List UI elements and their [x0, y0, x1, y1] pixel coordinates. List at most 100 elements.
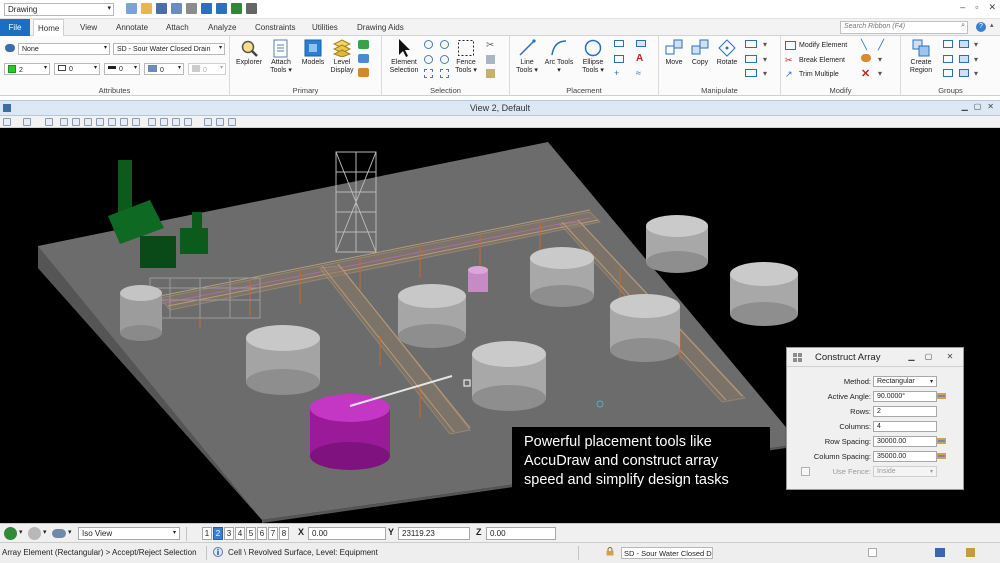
search-ribbon-input[interactable]: Search Ribbon (F4) ⌕ [840, 21, 968, 34]
select-box-icon[interactable] [424, 69, 433, 78]
element-selection-button[interactable]: Element Selection [386, 38, 422, 75]
message-center-icon[interactable] [935, 548, 945, 557]
rotate-button[interactable]: Rotate [713, 38, 741, 67]
walk-icon[interactable] [160, 118, 168, 126]
pin-icon[interactable] [231, 3, 242, 14]
clear-clip-icon[interactable] [216, 118, 224, 126]
rotate-view-icon[interactable] [108, 118, 116, 126]
line-tools-button[interactable]: Line Tools ▾ [512, 38, 542, 75]
active-level-field[interactable]: SD - Sour Water Closed D [621, 547, 713, 559]
fillet-icon[interactable] [861, 54, 871, 62]
view-7-button[interactable]: 7 [268, 527, 278, 540]
view-2-button[interactable]: 2 [213, 527, 223, 540]
tab-file[interactable]: File [0, 19, 30, 36]
lock-icon[interactable] [937, 392, 946, 400]
tab-view[interactable]: View [76, 19, 101, 36]
x-coordinate-input[interactable]: 0.00 [308, 527, 386, 540]
trim-multiple-button[interactable]: ↗ Trim Multiple [785, 69, 839, 80]
tab-constraints[interactable]: Constraints [251, 19, 299, 36]
dropdown-arrow-icon[interactable]: ▾ [878, 55, 882, 64]
cut-icon[interactable]: ✂ [486, 40, 494, 51]
view-close-button[interactable]: ✕ [987, 102, 994, 111]
lock-icon[interactable] [606, 547, 614, 556]
pan-view-icon[interactable] [120, 118, 128, 126]
close-button[interactable]: ✕ [988, 2, 996, 13]
tab-attach[interactable]: Attach [162, 19, 193, 36]
dialog-minimize-button[interactable]: ▁ [903, 348, 920, 366]
level-manager-icon[interactable] [358, 40, 369, 49]
graphic-group-icon[interactable] [959, 69, 969, 77]
chevron-down-icon[interactable]: ▾ [43, 528, 47, 536]
view-attributes-icon[interactable] [3, 118, 11, 126]
arc-tools-button[interactable]: Arc Tools ▾ [544, 38, 574, 75]
compress-icon[interactable] [186, 3, 197, 14]
camera-icon[interactable] [172, 118, 180, 126]
column-spacing-input[interactable]: 35000.00 [873, 451, 937, 462]
select-subtract-icon[interactable] [424, 55, 433, 64]
group-icon[interactable] [943, 40, 953, 48]
tab-annotate[interactable]: Annotate [112, 19, 152, 36]
method-select[interactable]: Rectangular ▾ [873, 376, 937, 387]
select-shape-icon[interactable] [440, 69, 449, 78]
view-settings-icon[interactable] [228, 118, 236, 126]
move-button[interactable]: Move [661, 38, 687, 67]
use-fence-select[interactable]: Inside ▾ [873, 466, 937, 477]
dialog-title-bar[interactable]: Construct Array ▁ ▢ ✕ [787, 348, 963, 367]
break-element-button[interactable]: ✂ Break Element [785, 55, 845, 66]
dialog-close-button[interactable]: ✕ [937, 348, 963, 366]
extend-icon[interactable]: ╲ [861, 40, 867, 51]
view-1-button[interactable]: 1 [202, 527, 212, 540]
lock-icon[interactable] [937, 437, 946, 445]
minimize-button[interactable]: – [960, 2, 965, 13]
view-rotation-icon[interactable] [52, 529, 66, 538]
ungroup-icon[interactable] [943, 55, 953, 63]
level-display-button[interactable]: Level Display [329, 38, 355, 75]
dropdown-arrow-icon[interactable]: ▾ [763, 55, 767, 64]
clip-mask-icon[interactable] [204, 118, 212, 126]
unlock-group-icon[interactable] [959, 55, 969, 63]
chevron-up-icon[interactable]: ▴ [990, 21, 994, 29]
line-weight-combo[interactable]: 0 ▾ [104, 63, 140, 75]
zoom-in-icon[interactable] [60, 118, 68, 126]
info-icon[interactable] [213, 547, 223, 557]
create-region-button[interactable]: Create Region [904, 38, 938, 75]
clip-volume-icon[interactable] [184, 118, 192, 126]
dropdown-arrow-icon[interactable]: ▾ [763, 40, 767, 49]
text-icon[interactable]: A [636, 53, 643, 64]
view-4-button[interactable]: 4 [235, 527, 245, 540]
redo-icon[interactable] [216, 3, 227, 14]
dropdown-arrow-icon[interactable]: ▾ [763, 69, 767, 78]
view-previous-icon[interactable] [132, 118, 140, 126]
multiline-icon[interactable]: ≈ [636, 68, 641, 78]
undo-icon[interactable] [201, 3, 212, 14]
print-icon[interactable] [246, 3, 257, 14]
tab-drawing-aids[interactable]: Drawing Aids [353, 19, 408, 36]
tab-analyze[interactable]: Analyze [204, 19, 240, 36]
dialog-maximize-button[interactable]: ▢ [920, 348, 937, 366]
rectangle-icon[interactable] [614, 40, 624, 47]
view-orientation-combo[interactable]: Iso View ▾ [78, 527, 180, 540]
copy-button[interactable]: Copy [687, 38, 713, 67]
shape-icon[interactable] [636, 40, 646, 47]
point-icon[interactable]: + [614, 68, 619, 78]
scale-icon[interactable] [745, 40, 757, 48]
update-view-icon[interactable] [45, 118, 53, 126]
paste-icon[interactable] [486, 69, 495, 78]
window-area-icon[interactable] [84, 118, 92, 126]
named-group-icon[interactable] [943, 69, 953, 77]
dropdown-arrow-icon[interactable]: ▾ [974, 40, 978, 49]
workspace-combo[interactable]: Drawing ▾ [4, 3, 114, 16]
lock-icon[interactable] [937, 452, 946, 460]
select-circle-icon[interactable] [424, 40, 433, 49]
dropdown-arrow-icon[interactable]: ▾ [878, 69, 882, 78]
view-6-button[interactable]: 6 [257, 527, 267, 540]
save-status-icon[interactable] [868, 548, 877, 557]
dropdown-arrow-icon[interactable]: ▾ [974, 69, 978, 78]
z-coordinate-input[interactable]: 0.00 [486, 527, 556, 540]
mirror-icon[interactable] [745, 55, 757, 63]
properties-icon[interactable] [358, 68, 369, 77]
ellipse-tools-button[interactable]: Ellipse Tools ▾ [576, 38, 610, 75]
zoom-out-icon[interactable] [72, 118, 80, 126]
text-style-combo[interactable]: SD - Sour Water Closed Drain ▾ [113, 43, 225, 55]
y-coordinate-input[interactable]: 23119.23 [398, 527, 470, 540]
